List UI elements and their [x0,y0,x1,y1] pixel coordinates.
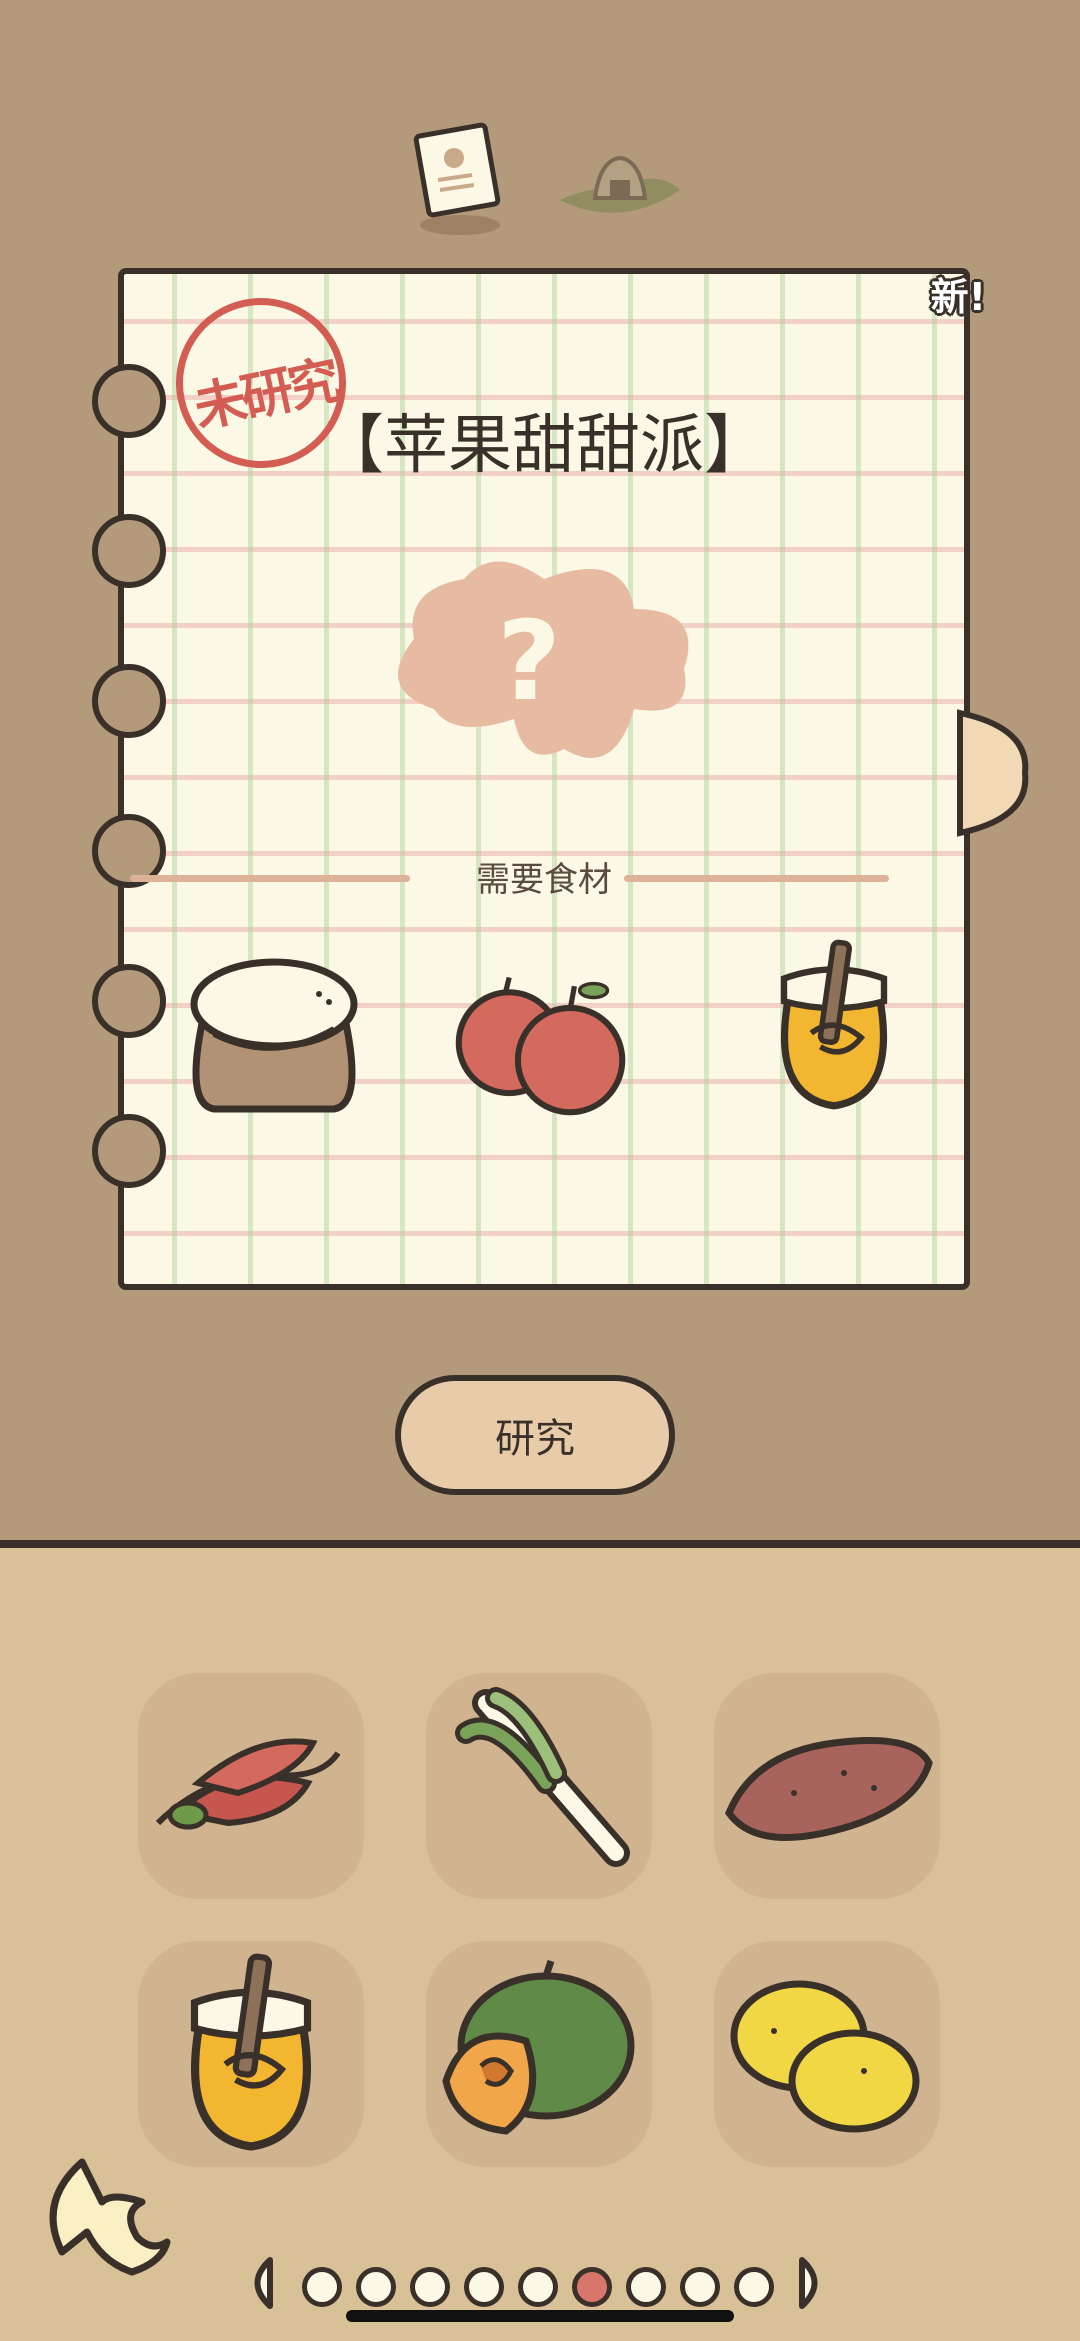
chili-peppers-icon [155,1738,341,1830]
page-dot[interactable] [734,2267,774,2307]
page-dot[interactable] [626,2267,666,2307]
page-dot[interactable] [302,2267,342,2307]
lemons-icon [730,1980,920,2133]
binder-ring [92,664,166,738]
unknown-dish-icon: ? [398,561,689,758]
page-dot[interactable] [680,2267,720,2307]
svg-text:?: ? [497,597,561,725]
flour-sack-icon [190,958,358,1113]
inventory-slot[interactable] [714,1673,940,1899]
honey-jar-icon [190,1953,312,2151]
home-indicator[interactable] [346,2310,734,2322]
page-dot-current[interactable] [572,2267,612,2307]
apples-icon [455,976,626,1116]
previous-page-arrow-icon[interactable] [240,2255,276,2311]
recipe-view: 新! 未研究 【苹果甜甜派】 ? 需要食材 研究 [0,0,1080,1545]
page-dot[interactable] [518,2267,558,2307]
category-tabs [390,110,710,240]
new-badge: 新! [930,275,986,319]
back-arrow-icon[interactable] [32,2152,182,2282]
sweet-potato-icon [725,1737,933,1841]
recipe-title: 【苹果甜甜派】 [320,409,768,483]
required-ingredients [174,934,934,1134]
page-dot[interactable] [356,2267,396,2307]
research-button[interactable]: 研究 [395,1375,675,1495]
honey-jar-icon [780,939,888,1110]
inventory-slot[interactable] [138,1941,364,2167]
page-side-tab[interactable] [955,708,1030,838]
binder-ring [92,514,166,588]
page-dot[interactable] [464,2267,504,2307]
binder-ring [92,1114,166,1188]
inventory-slot[interactable] [426,1673,652,1899]
page-dot[interactable] [410,2267,450,2307]
section-line [624,875,889,882]
rice-ball-tab-icon[interactable] [550,130,690,230]
binder-ring [92,964,166,1038]
green-onion-icon [455,1687,630,1867]
inventory-slot[interactable] [426,1941,652,2167]
inventory-slot[interactable] [714,1941,940,2167]
divider [0,1540,1080,1548]
next-page-arrow-icon[interactable] [796,2255,832,2311]
pumpkin-icon [442,1959,635,2135]
recipe-note-tab-icon[interactable] [410,120,510,240]
recipe-card: 新! 未研究 【苹果甜甜派】 ? 需要食材 [92,268,986,1290]
inventory-slot[interactable] [138,1673,364,1899]
